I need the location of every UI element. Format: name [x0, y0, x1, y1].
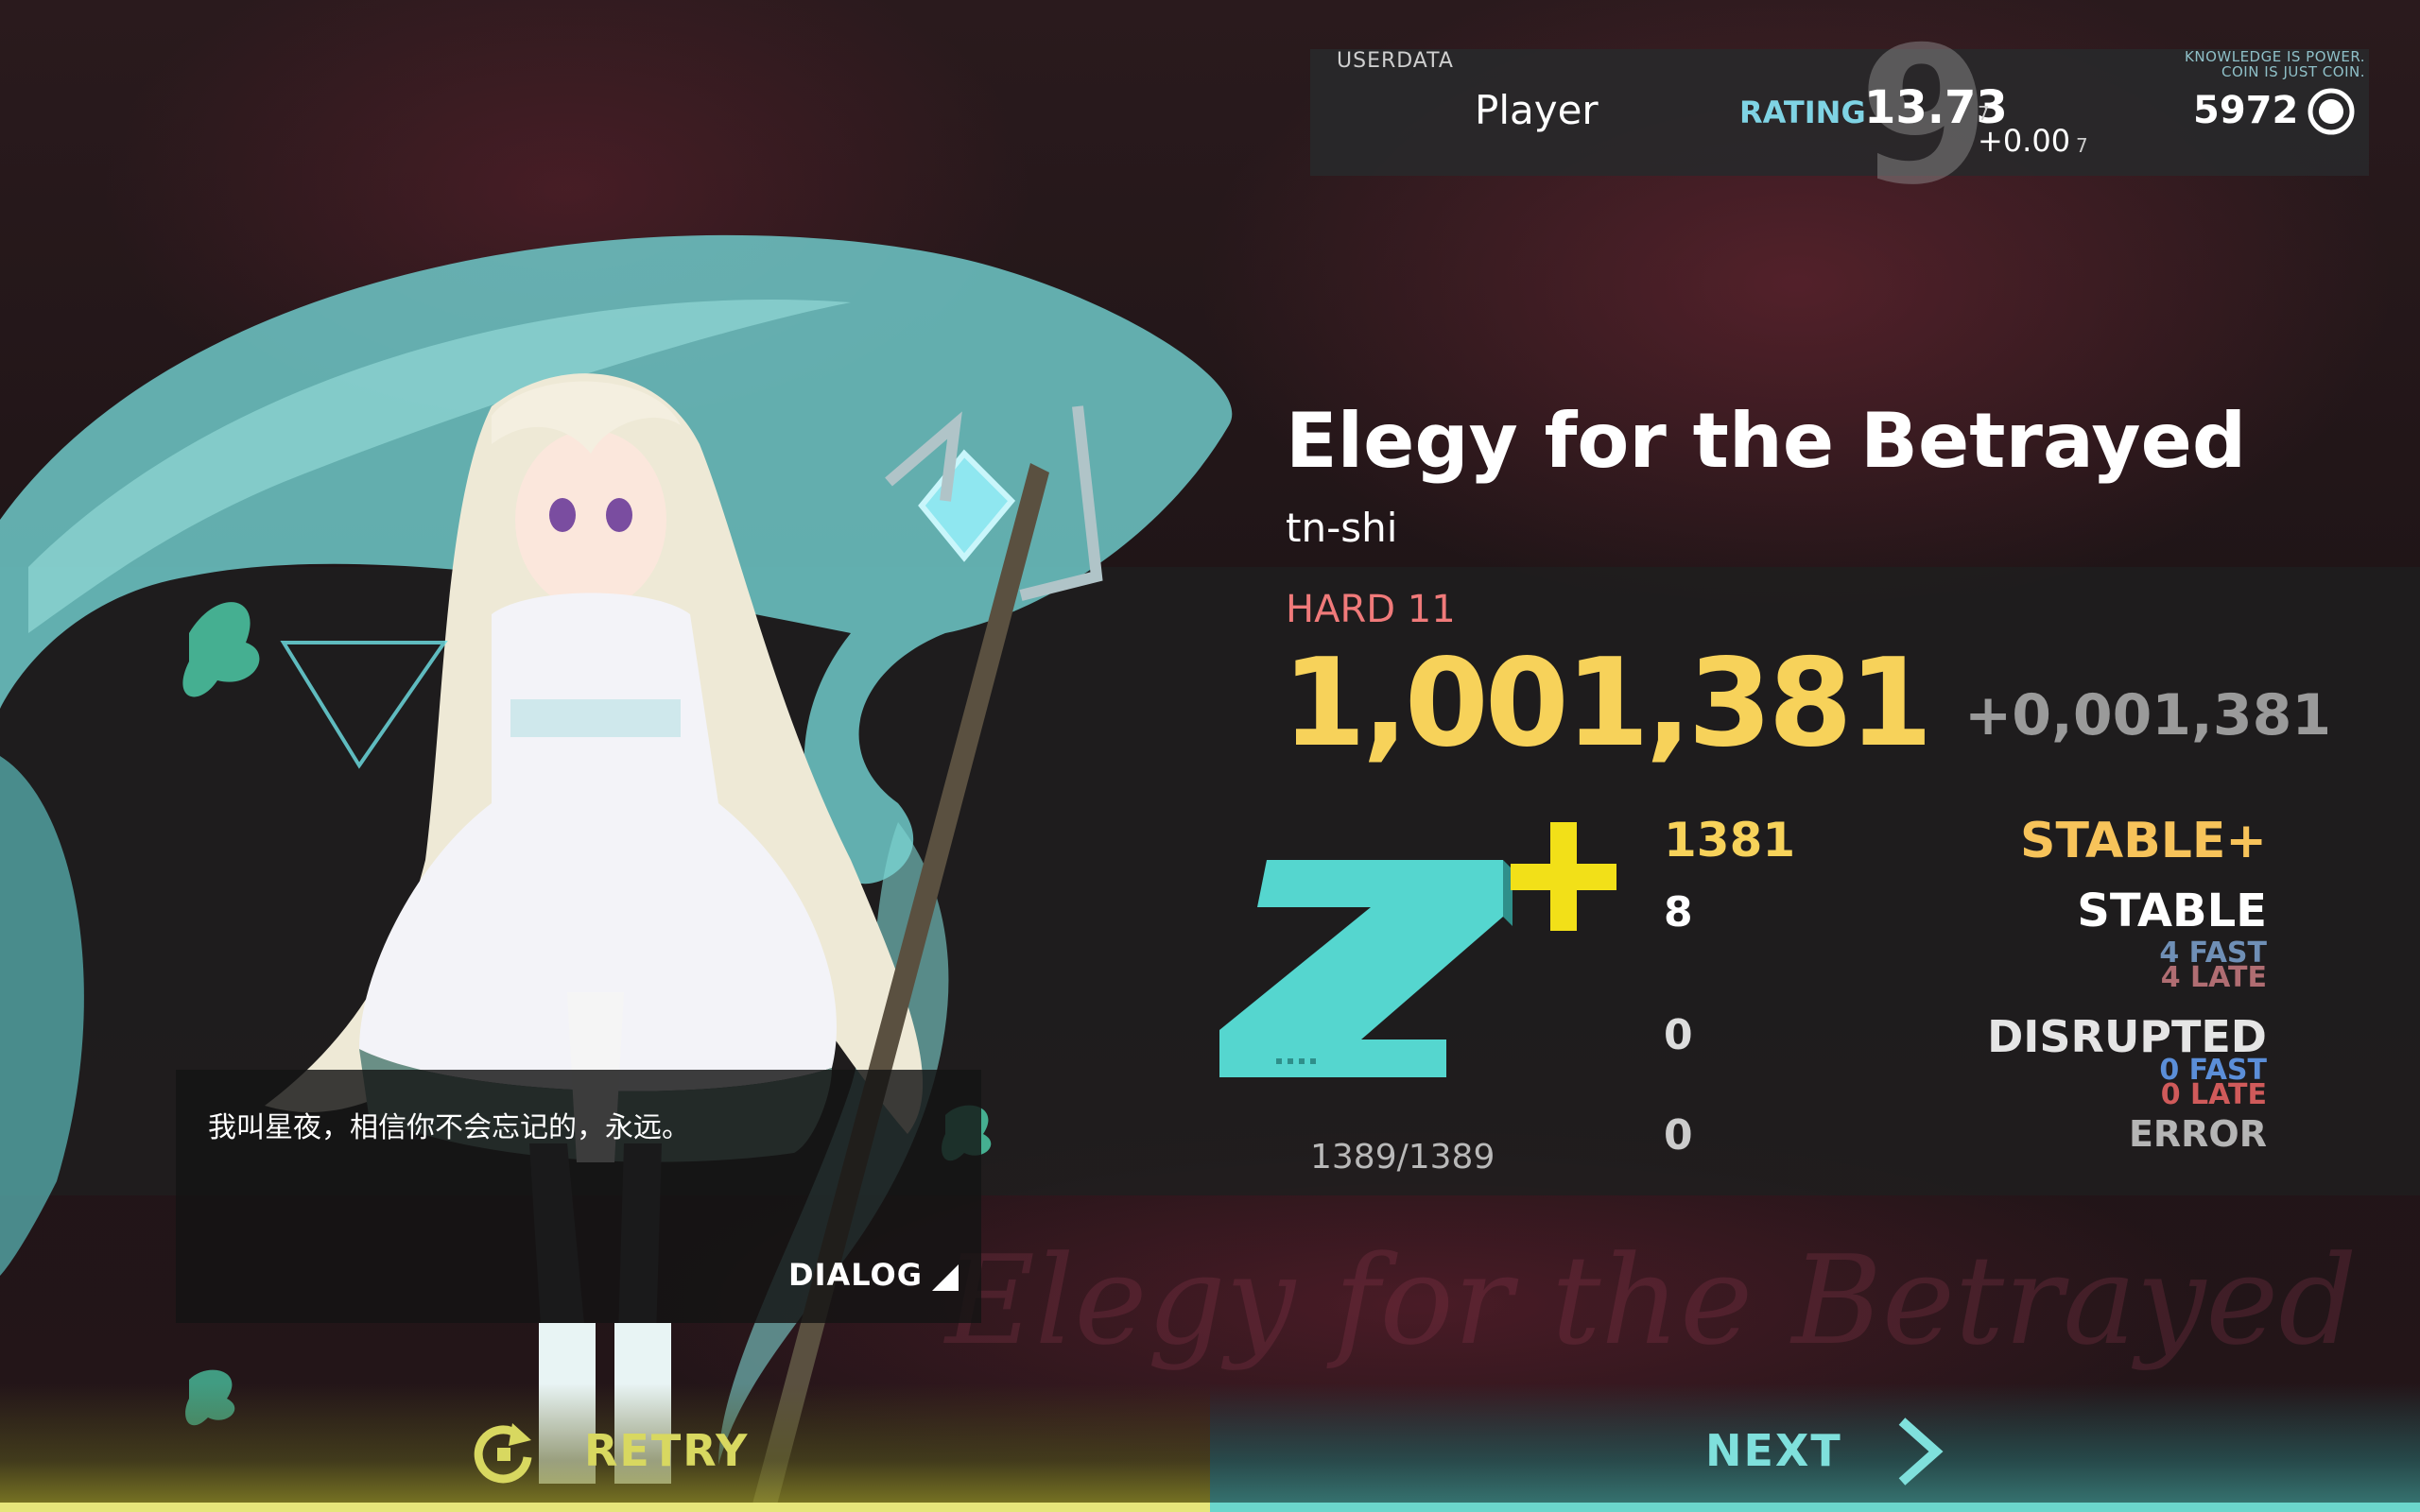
retry-button[interactable]: RETRY — [0, 1383, 1210, 1512]
motto-line-2: COIN IS JUST COIN. — [2221, 63, 2365, 80]
userdata-label: USERDATA — [1337, 49, 1454, 73]
stable-plus-label: STABLE+ — [2020, 813, 2267, 869]
rank-plus-graphic — [1511, 822, 1616, 931]
error-label: ERROR — [2128, 1113, 2267, 1155]
song-title: Elegy for the Betrayed — [1286, 397, 2247, 485]
next-bar-accent — [1210, 1503, 2420, 1512]
rating-delta-sub: 7 — [2076, 134, 2088, 157]
stable-late: 4 LATE — [2160, 961, 2267, 994]
stable-count: 8 — [1664, 888, 1693, 936]
next-label: NEXT — [1705, 1425, 1842, 1476]
player-name: Player — [1475, 87, 1599, 133]
song-artist: tn-shi — [1286, 505, 1398, 551]
retry-bar-accent — [0, 1503, 1210, 1512]
disrupted-late: 0 LATE — [2160, 1078, 2267, 1111]
motto-line-1: KNOWLEDGE IS POWER. — [2185, 48, 2365, 65]
retry-label: RETRY — [584, 1425, 750, 1476]
next-button[interactable]: NEXT — [1210, 1383, 2420, 1512]
rank-badge — [1219, 822, 1616, 1077]
userdata-bar: USERDATA 9 Player RATING 13.73 7 +0.00 7… — [1310, 23, 2369, 212]
retry-icon — [474, 1423, 532, 1484]
coin-count: 5972 — [2193, 89, 2299, 132]
dialog-button[interactable]: DIALOG — [788, 1257, 923, 1293]
score-value: 1,001,381 — [1282, 633, 1933, 774]
disrupted-count: 0 — [1664, 1011, 1693, 1059]
coin-icon — [2308, 88, 2355, 135]
rating-label: RATING — [1739, 94, 1866, 130]
score-delta: +0,001,381 — [1964, 682, 2332, 748]
rating-value-sub: 7 — [1978, 102, 1990, 125]
dialog-corner-icon — [932, 1264, 959, 1291]
difficulty-label: HARD 11 — [1286, 588, 1456, 631]
error-count: 0 — [1664, 1111, 1693, 1160]
rating-delta: +0.00 — [1978, 123, 2071, 159]
chevron-right-icon — [1898, 1418, 1944, 1486]
stable-label: STABLE — [2077, 885, 2267, 937]
dialog-box[interactable]: 我叫星夜，相信你不会忘记的，永远。 DIALOG — [176, 1070, 981, 1323]
stable-plus-count: 1381 — [1664, 813, 1796, 868]
dialog-text: 我叫星夜，相信你不会忘记的，永远。 — [208, 1111, 690, 1144]
motto-text: KNOWLEDGE IS POWER. COIN IS JUST COIN. — [2185, 49, 2365, 79]
total-notes: 1389/1389 — [1310, 1138, 1495, 1177]
rank-letter-graphic — [1219, 860, 1512, 1077]
